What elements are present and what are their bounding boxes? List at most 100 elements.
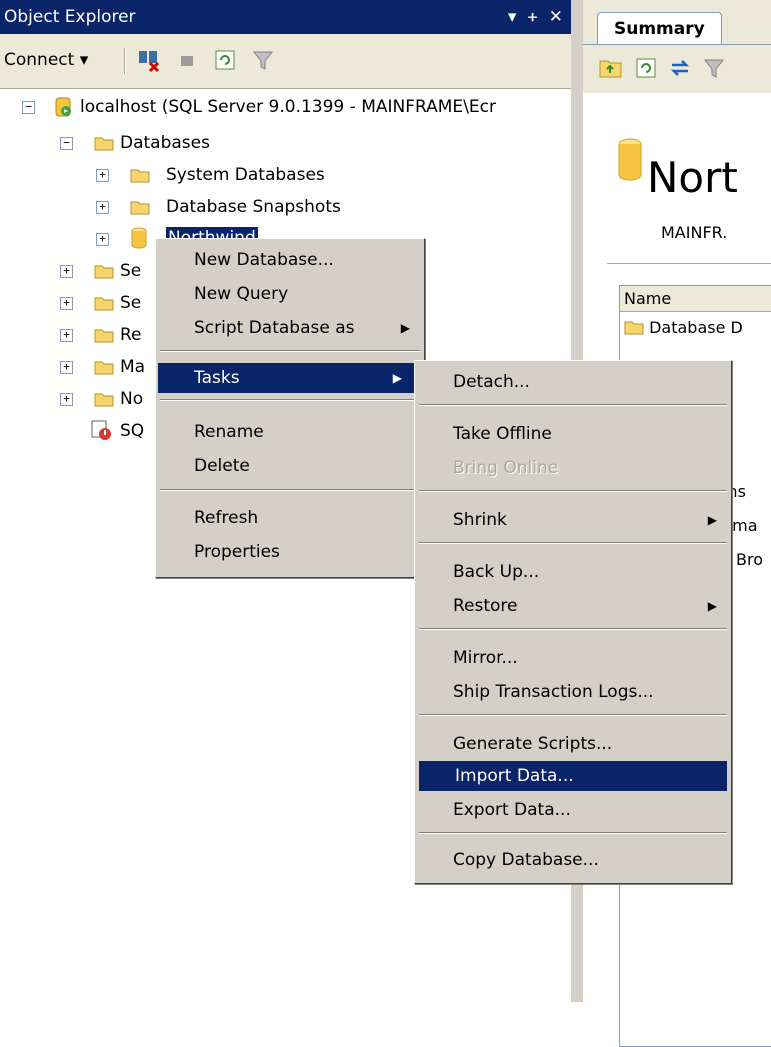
- expand-icon[interactable]: +: [60, 393, 73, 406]
- tree-label-server: localhost (SQL Server 9.0.1399 - MAINFRA…: [80, 97, 496, 117]
- menu-item-script-database-as[interactable]: Script Database as ▶: [158, 313, 422, 343]
- stop-icon[interactable]: [174, 47, 200, 73]
- close-icon[interactable]: ✕: [549, 0, 563, 34]
- filter-icon[interactable]: [250, 47, 276, 73]
- menu-item-import-data[interactable]: Import Data...: [419, 761, 727, 791]
- database-icon: [618, 138, 642, 181]
- menu-item-copy-database[interactable]: Copy Database...: [417, 845, 729, 875]
- menu-item-refresh[interactable]: Refresh: [158, 503, 422, 533]
- tasks-submenu: Detach... Take Offline Bring Online Shri…: [414, 360, 732, 884]
- dropdown-icon[interactable]: ▾: [508, 0, 517, 34]
- menu-item-label: Export Data...: [453, 800, 571, 820]
- submenu-arrow-icon: ▶: [707, 513, 717, 527]
- menu-item-label: Detach...: [453, 372, 530, 392]
- expand-icon[interactable]: +: [96, 201, 109, 214]
- expand-icon[interactable]: +: [60, 265, 73, 278]
- menu-item-take-offline[interactable]: Take Offline: [417, 419, 729, 449]
- server-icon: [55, 97, 71, 117]
- toolbar-separator: [124, 48, 126, 74]
- menu-item-detach[interactable]: Detach...: [417, 367, 729, 397]
- expand-icon[interactable]: +: [96, 169, 109, 182]
- menu-separator: [419, 404, 727, 406]
- menu-item-label: Tasks: [194, 368, 240, 388]
- menu-separator: [419, 490, 727, 492]
- menu-separator: [160, 350, 420, 352]
- tree-label-database-snapshots: Database Snapshots: [166, 197, 341, 217]
- folder-icon: [94, 265, 114, 279]
- collapse-icon[interactable]: −: [60, 137, 73, 150]
- submenu-arrow-icon: ▶: [400, 321, 410, 335]
- refresh-icon[interactable]: [212, 47, 238, 73]
- list-item[interactable]: Bro: [736, 550, 763, 569]
- folder-icon: [130, 201, 150, 215]
- menu-item-label: Bring Online: [453, 458, 559, 478]
- menu-item-export-data[interactable]: Export Data...: [417, 795, 729, 825]
- expand-icon[interactable]: +: [60, 361, 73, 374]
- expand-icon[interactable]: +: [60, 297, 73, 310]
- menu-separator: [160, 399, 420, 401]
- menu-item-label: Import Data...: [455, 766, 574, 786]
- tree-label: Se: [120, 293, 142, 313]
- menu-item-restore[interactable]: Restore ▶: [417, 591, 729, 621]
- menu-item-generate-scripts[interactable]: Generate Scripts...: [417, 729, 729, 759]
- list-item-label: Database D: [649, 318, 743, 337]
- menu-item-new-database[interactable]: New Database...: [158, 245, 422, 275]
- summary-toolbar: [583, 45, 771, 93]
- database-heading: Nort: [647, 153, 738, 202]
- collapse-icon[interactable]: −: [22, 101, 35, 114]
- menu-separator: [419, 542, 727, 544]
- object-explorer-title: Object Explorer: [4, 7, 136, 27]
- tab-summary[interactable]: Summary: [597, 12, 722, 44]
- menu-item-properties[interactable]: Properties: [158, 537, 422, 567]
- connect-button[interactable]: Connect ▾: [4, 50, 88, 70]
- disconnect-icon[interactable]: [136, 47, 162, 73]
- menu-item-new-query[interactable]: New Query: [158, 279, 422, 309]
- menu-separator: [419, 714, 727, 716]
- menu-separator: [419, 628, 727, 630]
- tree-label: Se: [120, 261, 142, 281]
- menu-item-label: Delete: [194, 456, 250, 476]
- pin-icon[interactable]: ᚐ: [528, 0, 536, 34]
- menu-item-label: Take Offline: [453, 424, 552, 444]
- list-item[interactable]: Database D: [624, 318, 743, 337]
- object-explorer-toolbar: Connect ▾: [0, 34, 571, 89]
- folder-icon: [94, 329, 114, 343]
- submenu-arrow-icon: ▶: [392, 371, 402, 385]
- menu-item-label: Restore: [453, 596, 518, 616]
- menu-item-label: Refresh: [194, 508, 259, 528]
- folder-icon: [624, 321, 644, 335]
- menu-item-ship-transaction-logs[interactable]: Ship Transaction Logs...: [417, 677, 729, 707]
- database-icon: [131, 227, 147, 249]
- menu-item-label: Properties: [194, 542, 280, 562]
- folder-icon: [94, 393, 114, 407]
- menu-item-mirror[interactable]: Mirror...: [417, 643, 729, 673]
- menu-item-bring-online: Bring Online: [417, 453, 729, 483]
- tree-label: SQ: [120, 421, 145, 441]
- menu-item-label: Script Database as: [194, 318, 355, 338]
- menu-item-delete[interactable]: Delete: [158, 451, 422, 481]
- folder-icon: [94, 297, 114, 311]
- menu-separator: [160, 489, 420, 491]
- menu-item-back-up[interactable]: Back Up...: [417, 557, 729, 587]
- refresh-icon[interactable]: [635, 57, 657, 79]
- menu-item-rename[interactable]: Rename: [158, 417, 422, 447]
- menu-item-label: Back Up...: [453, 562, 540, 582]
- database-context-menu: New Database... New Query Script Databas…: [155, 238, 425, 578]
- filter-icon[interactable]: [703, 57, 725, 79]
- expand-icon[interactable]: +: [60, 329, 73, 342]
- tree-label: Ma: [120, 357, 146, 377]
- tree-label: Re: [120, 325, 142, 345]
- divider: [607, 263, 771, 264]
- column-header-name[interactable]: Name: [620, 286, 771, 312]
- menu-item-shrink[interactable]: Shrink ▶: [417, 505, 729, 535]
- sync-icon[interactable]: [669, 57, 691, 79]
- menu-item-label: New Database...: [194, 250, 334, 270]
- menu-item-label: New Query: [194, 284, 289, 304]
- menu-item-label: Ship Transaction Logs...: [453, 682, 654, 702]
- menu-item-label: Rename: [194, 422, 264, 442]
- tree-label: No: [120, 389, 144, 409]
- expand-icon[interactable]: +: [96, 233, 109, 246]
- menu-item-tasks[interactable]: Tasks ▶: [158, 363, 414, 393]
- menu-item-label: Shrink: [453, 510, 507, 530]
- up-folder-icon[interactable]: [599, 57, 623, 79]
